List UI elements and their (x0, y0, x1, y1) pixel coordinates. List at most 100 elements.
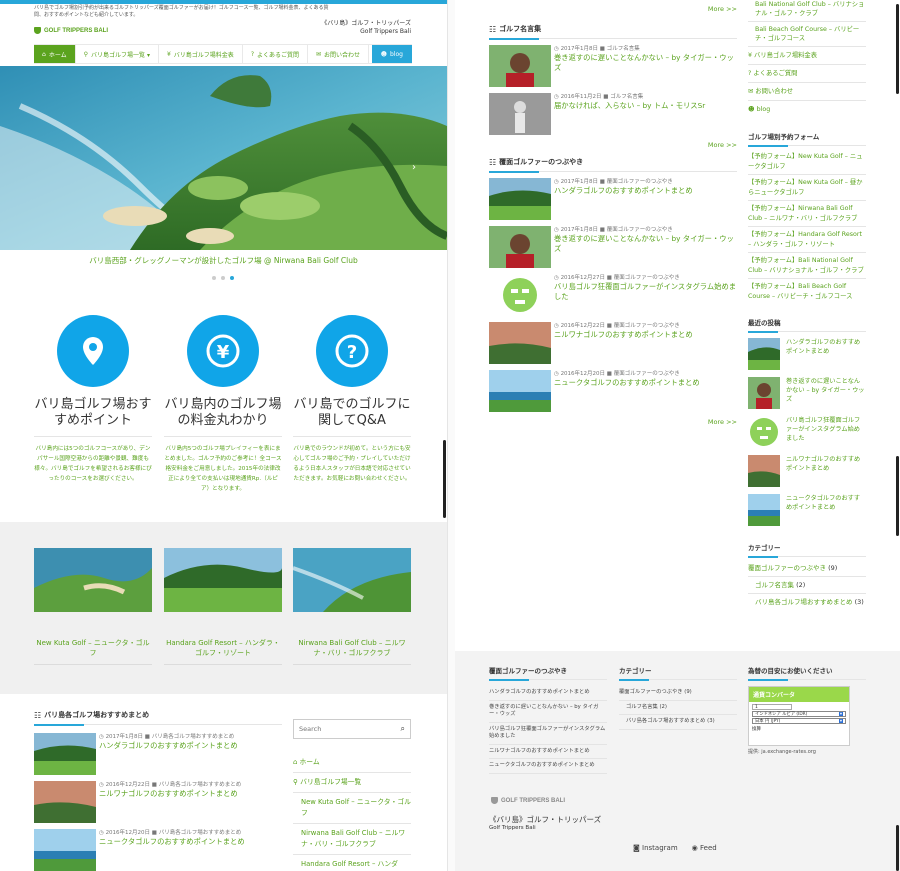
reservation-form-link[interactable]: 【予約フォーム】Nirwana Bali Golf Club – ニルワナ・バリ… (748, 204, 866, 223)
instagram-link[interactable]: ◙ Instagram (633, 844, 678, 852)
slider-dot[interactable] (212, 276, 216, 280)
footer-category-link[interactable]: バリ島各ゴルフ場おすすめまとめ (3) (619, 715, 737, 730)
post-thumbnail[interactable] (489, 322, 551, 364)
reservation-form-link[interactable]: 【予約フォーム】New Kuta Golf – 昼からニュークタゴルフ (748, 178, 866, 197)
post-title[interactable]: 巻き返すのに遅いことなんかない – by タイガー・ウッズ (554, 234, 737, 254)
post-title[interactable]: 巻き返すのに遅いことなんかない – by タイガー・ウッズ (554, 53, 737, 73)
post-item[interactable]: ◷ 2017年1月8日 ■ 覆面ゴルファーのつぶやき ハンダラゴルフのおすすめポ… (489, 178, 737, 220)
search-box[interactable]: ⌕ (293, 719, 411, 739)
course-card[interactable]: New Kuta Golf – ニュークタ・ゴルフ (34, 548, 152, 665)
post-item[interactable]: ◷ 2016年12月27日 ■ 覆面ゴルファーのつぶやき バリ島ゴルフ狂覆面ゴル… (489, 274, 737, 316)
post-category[interactable]: バリ島各ゴルフ場おすすめまとめ (152, 734, 235, 740)
course-title[interactable]: Handara Golf Resort – ハンダラ・ゴルフ・リゾート (164, 638, 282, 658)
course-photo[interactable] (34, 548, 152, 612)
footer-post-link[interactable]: ハンダラゴルフのおすすめポイントまとめ (489, 686, 607, 701)
feature-title[interactable]: バリ島でのゴルフに関してQ&A (293, 397, 411, 429)
post-category[interactable]: ゴルフ名言集 (607, 46, 640, 52)
category-link[interactable]: ゴルフ名言集 (755, 581, 794, 589)
feature-faq[interactable]: ? バリ島でのゴルフに関してQ&A バリ島でのラウンドが初めて。という方にも安心… (293, 315, 411, 484)
left-page-pane[interactable]: バリ島でゴルフ場割引予約が出来るゴルフトリッパーズ覆面ゴルファーがお届け！ゴルフ… (0, 0, 447, 871)
feature-price[interactable]: ¥ バリ島内のゴルフ場の料金丸わかり バリ島内5つのゴルフ場プレイフィーを表にま… (164, 315, 282, 494)
right-scrollbar-thumb-1[interactable] (896, 4, 899, 94)
right-scrollbar-thumb-3[interactable] (896, 825, 899, 871)
recent-post[interactable]: 巻き返すのに遅いことなんかない – by タイガー・ウッズ (748, 377, 866, 409)
course-title[interactable]: Nirwana Bali Golf Club – ニルワナ・バリ・ゴルフクラブ (293, 638, 411, 658)
post-item[interactable]: ◷ 2017年1月8日 ■ 覆面ゴルファーのつぶやき 巻き返すのに遅いことなんか… (489, 226, 737, 268)
nav-faq[interactable]: ? よくあるご質問 (243, 45, 309, 63)
sidebar-course-link[interactable]: Bali Beach Golf Course – バリビーチ・ゴルフコース (748, 25, 866, 43)
sidebar-faq-link[interactable]: ? よくあるご質問 (748, 68, 866, 79)
post-item[interactable]: ◷ 2017年1月8日 ■ バリ島各ゴルフ場おすすめまとめ ハンダラゴルフのおす… (34, 733, 282, 775)
feature-yen-circle[interactable]: ¥ (187, 315, 259, 387)
converter-to-select[interactable]: 日本 円 (JPY) ▾ (752, 718, 846, 724)
feature-pin-circle[interactable] (57, 315, 129, 387)
nav-blog[interactable]: ☻ blog (371, 45, 412, 63)
recent-title[interactable]: 巻き返すのに遅いことなんかない – by タイガー・ウッズ (786, 377, 866, 409)
right-scrollbar-thumb-2[interactable] (896, 456, 899, 536)
sidebar-course-list[interactable]: ⚲ バリ島ゴルフ場一覧 (293, 777, 411, 788)
course-photo[interactable] (164, 548, 282, 612)
hero-slider[interactable]: › (0, 66, 447, 250)
post-title[interactable]: ニュークタゴルフのおすすめポイントまとめ (554, 378, 700, 388)
footer-post-link[interactable]: バリ島ゴルフ狂覆面ゴルファーがインスタグラム始めました (489, 723, 607, 745)
post-item[interactable]: ◷ 2016年12月20日 ■ 覆面ゴルファーのつぶやき ニュークタゴルフのおす… (489, 370, 737, 412)
more-link[interactable]: More >> (489, 141, 737, 149)
recent-title[interactable]: バリ島ゴルフ狂覆面ゴルファーがインスタグラム始めました (786, 416, 866, 448)
recent-thumbnail[interactable] (748, 416, 780, 448)
converter-amount-input[interactable]: 1 (752, 704, 792, 710)
sidebar-course-link[interactable]: Nirwana Bali Golf Club – ニルワナ・バリ・ゴルフクラブ (293, 828, 411, 850)
course-title[interactable]: New Kuta Golf – ニュークタ・ゴルフ (34, 638, 152, 658)
post-thumbnail[interactable] (34, 829, 96, 871)
post-item[interactable]: ◷ 2016年11月2日 ■ ゴルフ名言集 届かなければ、入らない – by ト… (489, 93, 737, 135)
post-title[interactable]: ニュークタゴルフのおすすめポイントまとめ (99, 837, 245, 847)
sidebar-course-link[interactable]: Handara Golf Resort – ハンダラ・ゴルフ・リゾート (293, 859, 411, 871)
post-thumbnail[interactable] (489, 226, 551, 268)
course-card[interactable]: Nirwana Bali Golf Club – ニルワナ・バリ・ゴルフクラブ (293, 548, 411, 665)
post-thumbnail[interactable] (489, 274, 551, 316)
post-thumbnail[interactable] (34, 733, 96, 775)
right-page-pane[interactable]: More >> ゴルフ名言集 ◷ 2017年1月8日 ■ ゴルフ名言集 巻き返す… (455, 0, 900, 871)
footer-logo[interactable]: GOLF TRIPPERS BALI (491, 797, 565, 804)
nav-course-list[interactable]: ⚲ バリ島ゴルフ場一覧 ▾ (76, 45, 159, 63)
recent-post[interactable]: ハンダラゴルフのおすすめポイントまとめ (748, 338, 866, 370)
course-card[interactable]: Handara Golf Resort – ハンダラ・ゴルフ・リゾート (164, 548, 282, 665)
post-thumbnail[interactable] (489, 370, 551, 412)
more-link[interactable]: More >> (489, 418, 737, 426)
post-category[interactable]: ゴルフ名言集 (610, 94, 643, 100)
reservation-form-link[interactable]: 【予約フォーム】Handara Golf Resort – ハンダラ・ゴルフ・リ… (748, 230, 866, 249)
post-category[interactable]: 覆面ゴルファーのつぶやき (614, 371, 680, 377)
slider-dot[interactable] (221, 276, 225, 280)
sidebar-contact-link[interactable]: ✉ お問い合わせ (748, 86, 866, 97)
feature-title[interactable]: バリ島ゴルフ場おすすめポイント (34, 397, 152, 429)
recent-thumbnail[interactable] (748, 377, 780, 409)
nav-contact[interactable]: ✉ お問い合わせ (308, 45, 370, 63)
feature-title[interactable]: バリ島内のゴルフ場の料金丸わかり (164, 397, 282, 429)
converter-source[interactable]: 提供: ja.exchange-rates.org (748, 748, 816, 755)
post-thumbnail[interactable] (489, 93, 551, 135)
category-item[interactable]: ゴルフ名言集 (2) (748, 580, 866, 590)
footer-post-link[interactable]: 巻き返すのに遅いことなんかない – by タイガー・ウッズ (489, 701, 607, 723)
post-item[interactable]: ◷ 2016年12月22日 ■ 覆面ゴルファーのつぶやき ニルワナゴルフのおすす… (489, 322, 737, 364)
recent-thumbnail[interactable] (748, 455, 780, 487)
category-item[interactable]: 覆面ゴルファーのつぶやき (9) (748, 563, 866, 573)
sidebar-home[interactable]: ⌂ ホーム (293, 757, 411, 768)
search-input[interactable] (299, 725, 389, 733)
recent-title[interactable]: ニュークタゴルフのおすすめポイントまとめ (786, 494, 866, 526)
post-category[interactable]: バリ島各ゴルフ場おすすめまとめ (159, 782, 242, 788)
post-thumbnail[interactable] (489, 178, 551, 220)
slider-dot-active[interactable] (230, 276, 234, 280)
more-link[interactable]: More >> (665, 5, 737, 13)
category-item[interactable]: バリ島各ゴルフ場おすすめまとめ (3) (748, 597, 866, 607)
post-title[interactable]: ニルワナゴルフのおすすめポイントまとめ (554, 330, 693, 340)
post-category[interactable]: 覆面ゴルファーのつぶやき (607, 179, 673, 185)
recent-post[interactable]: ニュークタゴルフのおすすめポイントまとめ (748, 494, 866, 526)
nav-price-table[interactable]: ¥ バリ島ゴルフ場料金表 (159, 45, 243, 63)
category-link[interactable]: 覆面ゴルファーのつぶやき (748, 564, 826, 572)
footer-category-link[interactable]: ゴルフ名言集 (2) (619, 701, 737, 715)
nav-home[interactable]: ⌂ ホーム (34, 45, 76, 63)
recent-title[interactable]: ニルワナゴルフのおすすめポイントまとめ (786, 455, 866, 487)
recent-title[interactable]: ハンダラゴルフのおすすめポイントまとめ (786, 338, 866, 370)
footer-post-link[interactable]: ニュークタゴルフのおすすめポイントまとめ (489, 759, 607, 774)
reservation-form-link[interactable]: 【予約フォーム】Bali National Golf Club – バリナショナ… (748, 256, 866, 275)
post-thumbnail[interactable] (34, 781, 96, 823)
